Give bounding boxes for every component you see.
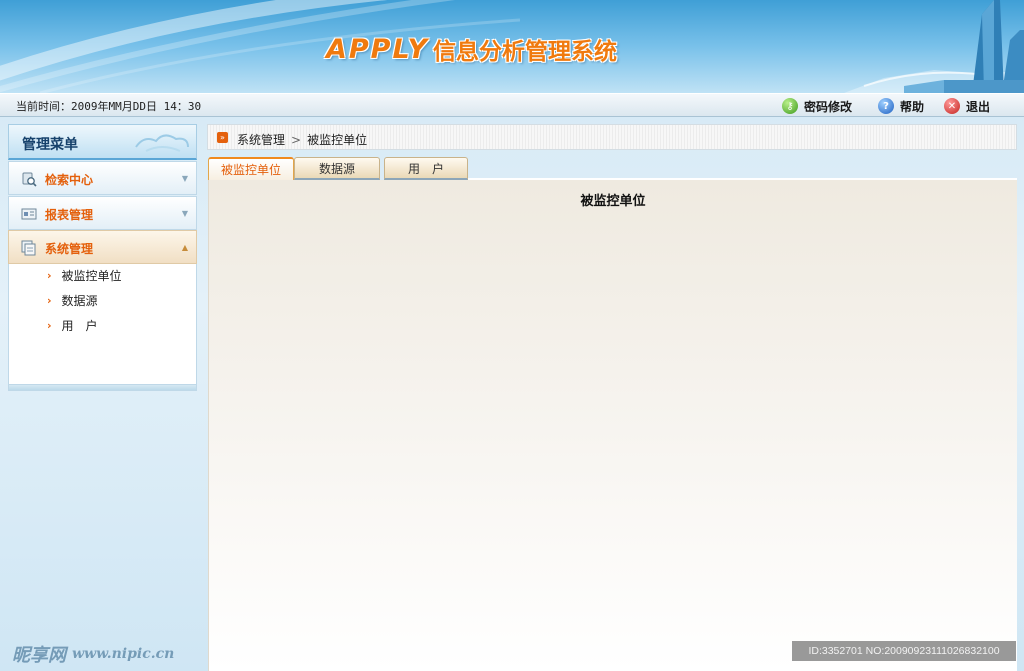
submenu-item-monitored-units[interactable]: › 被监控单位	[47, 266, 122, 284]
chevron-up-icon: ▲	[181, 243, 188, 252]
logout-label: 退出	[966, 99, 991, 114]
system-name: 信息分析管理系统	[433, 39, 618, 65]
submenu-item-data-source[interactable]: › 数据源	[47, 291, 98, 309]
current-time: 当前时间：2009年MM月DD日 14：30	[16, 98, 201, 114]
submenu-item-label: 数据源	[61, 293, 98, 308]
submenu-item-label: 用 户	[61, 318, 98, 333]
tab-monitored-units[interactable]: 被监控单位	[208, 157, 294, 180]
watermark-id: ID:3352701 NO:20090923111026832100	[792, 641, 1016, 661]
search-database-icon	[22, 172, 37, 187]
change-password-label: 密码修改	[804, 99, 853, 114]
breadcrumb: » 系统管理 > 被监控单位	[207, 124, 1017, 150]
logout-button[interactable]: ✕ 退出	[944, 97, 990, 115]
breadcrumb-arrow-icon: »	[217, 132, 228, 143]
top-toolbar: 当前时间：2009年MM月DD日 14：30 ⚷ 密码修改 ? 帮助 ✕ 退出	[0, 93, 1024, 117]
chevron-right-icon: ›	[47, 268, 52, 282]
system-icon	[21, 240, 36, 256]
header-banner: APPLY 信息分析管理系统	[0, 0, 1024, 93]
main-content-panel: 被监控单位	[208, 180, 1017, 671]
sidebar-footer	[8, 385, 197, 391]
watermark-text: 昵享网	[12, 645, 66, 666]
breadcrumb-trail: 系统管理 > 被监控单位	[237, 131, 367, 148]
sidebar-item-label: 系统管理	[45, 242, 94, 256]
help-label: 帮助	[900, 99, 925, 114]
page-title: 被监控单位	[580, 194, 646, 209]
tab-label: 被监控单位	[220, 163, 281, 177]
sidebar-item-search-center[interactable]: 检索中心 ▼	[8, 161, 197, 195]
chevron-down-icon: ▼	[181, 174, 188, 183]
submenu-item-label: 被监控单位	[61, 268, 122, 283]
submenu-item-users[interactable]: › 用 户	[47, 316, 98, 334]
sidebar-item-system-management[interactable]: 系统管理 ▲	[8, 230, 197, 264]
tab-label: 数据源	[318, 161, 355, 176]
exit-icon: ✕	[944, 98, 960, 114]
sidebar-item-label: 报表管理	[45, 208, 94, 222]
sidebar-item-label: 检索中心	[45, 173, 94, 187]
system-management-submenu: › 被监控单位 › 数据源 › 用 户	[8, 264, 197, 385]
chevron-right-icon: ›	[47, 293, 52, 307]
breadcrumb-separator: >	[291, 133, 302, 147]
watermark-logo: 昵享网 www.nipic.cn	[12, 643, 175, 666]
sidebar-item-report-management[interactable]: 报表管理 ▼	[8, 196, 197, 230]
breadcrumb-item-current: 被监控单位	[307, 133, 368, 147]
sidebar-header: 管理菜单	[8, 124, 197, 160]
report-icon	[21, 208, 37, 220]
sidebar-title: 管理菜单	[22, 137, 78, 153]
current-time-value: 2009年MM月DD日 14：30	[71, 100, 202, 113]
tab-data-source[interactable]: 数据源	[294, 157, 380, 180]
cloud-decoration-icon	[135, 134, 189, 152]
key-icon: ⚷	[782, 98, 798, 114]
city-skyline-image	[844, 0, 1024, 93]
watermark-url: www.nipic.cn	[72, 646, 175, 662]
help-button[interactable]: ? 帮助	[878, 97, 924, 115]
tab-users[interactable]: 用 户	[384, 157, 468, 180]
help-icon: ?	[878, 98, 894, 114]
current-time-label: 当前时间：	[16, 100, 71, 113]
brand-name: APPLY	[326, 33, 430, 65]
breadcrumb-item[interactable]: 系统管理	[237, 133, 285, 147]
chevron-right-icon: ›	[47, 318, 52, 332]
chevron-down-icon: ▼	[181, 209, 188, 218]
change-password-button[interactable]: ⚷ 密码修改	[782, 97, 852, 115]
tab-label: 用 户	[407, 161, 444, 176]
app-logo: APPLY 信息分析管理系统	[326, 32, 617, 66]
